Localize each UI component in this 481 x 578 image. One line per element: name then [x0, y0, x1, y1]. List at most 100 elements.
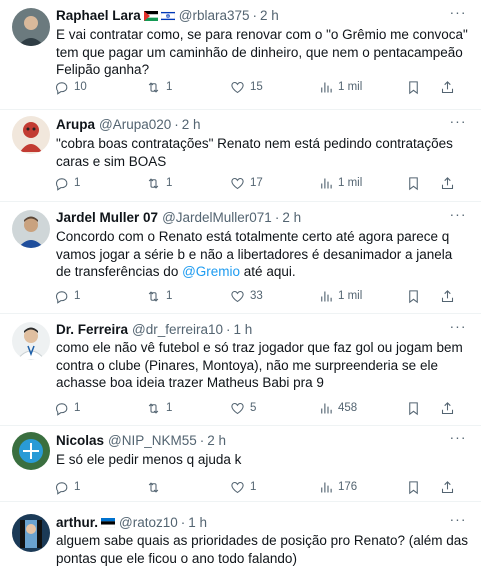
more-options-icon[interactable]: ···	[449, 430, 467, 448]
display-name[interactable]: Nicolas	[56, 433, 104, 448]
separator: ·	[199, 433, 205, 448]
avatar[interactable]	[12, 514, 50, 552]
heart-icon	[231, 81, 244, 93]
like-button[interactable]: 17	[230, 174, 263, 192]
user-handle[interactable]: @ratoz10	[119, 515, 178, 530]
tweet-text: alguem sabe quais as prioridades de posi…	[56, 533, 469, 566]
timestamp[interactable]: 1 h	[188, 515, 207, 530]
bookmark-icon	[409, 80, 418, 94]
share-button[interactable]	[440, 399, 460, 417]
tweet-text: como ele não vê futebol e só traz jogado…	[56, 340, 463, 390]
avatar[interactable]	[12, 210, 50, 248]
bookmark-button[interactable]	[406, 478, 426, 496]
analytics-icon	[321, 291, 332, 301]
bookmark-button[interactable]	[406, 174, 426, 192]
like-button[interactable]: 33	[230, 287, 263, 305]
timestamp[interactable]: 2 h	[260, 8, 279, 23]
heart-icon	[231, 177, 244, 189]
retweet-button[interactable]	[146, 478, 176, 496]
timestamp[interactable]: 2 h	[282, 210, 301, 225]
like-button[interactable]: 15	[230, 78, 263, 96]
action-bar: 1 1 17 1 mil	[54, 174, 459, 192]
like-button[interactable]: 5	[230, 399, 260, 417]
views-button[interactable]: 176	[318, 478, 357, 496]
avatar[interactable]	[12, 116, 50, 154]
user-handle[interactable]: @JardelMuller071	[162, 210, 272, 225]
bookmark-button[interactable]	[406, 287, 426, 305]
display-name[interactable]: Raphael Lara	[56, 8, 141, 23]
tweet[interactable]: Dr. Ferreira @dr_ferreira10 · 1 h ··· como …	[0, 314, 481, 426]
views-button[interactable]: 458	[318, 399, 357, 417]
reply-count: 1	[74, 177, 81, 189]
user-handle[interactable]: @rblara375	[179, 8, 250, 23]
tweet-header: Dr. Ferreira @dr_ferreira10 · 1 h	[56, 321, 451, 339]
views-count: 1 mil	[338, 290, 363, 302]
more-options-icon[interactable]: ···	[449, 207, 467, 225]
share-button[interactable]	[440, 78, 460, 96]
retweet-button[interactable]: 1	[146, 287, 176, 305]
tweet[interactable]: Jardel Muller 07 @JardelMuller071 · 2 h ···…	[0, 202, 481, 314]
analytics-icon	[321, 482, 332, 492]
more-options-icon[interactable]: ···	[449, 319, 467, 337]
action-bar: 1 1 176	[54, 478, 459, 496]
reply-button[interactable]: 10	[54, 78, 87, 96]
tweet[interactable]: Arupa @Arupa020 · 2 h ··· "cobra boas contr…	[0, 110, 481, 202]
share-icon	[441, 80, 454, 93]
reply-button[interactable]: 1	[54, 399, 84, 417]
reply-button[interactable]: 1	[54, 174, 84, 192]
bookmark-button[interactable]	[406, 399, 426, 417]
views-count: 1 mil	[338, 177, 363, 189]
estonia-flag-icon	[101, 518, 116, 528]
more-options-icon[interactable]: ···	[449, 512, 467, 530]
retweet-count: 1	[166, 177, 173, 189]
bookmark-button[interactable]	[406, 78, 426, 96]
timestamp[interactable]: 2 h	[182, 117, 201, 132]
bookmark-icon	[409, 480, 418, 494]
display-name[interactable]: Arupa	[56, 117, 95, 132]
like-count: 15	[250, 81, 263, 93]
retweet-button[interactable]: 1	[146, 78, 176, 96]
separator: ·	[274, 210, 280, 225]
views-button[interactable]: 1 mil	[318, 78, 362, 96]
reply-count: 10	[74, 81, 87, 93]
tweet-header: Nicolas @NIP_NKM55 · 2 h	[56, 432, 451, 450]
user-handle[interactable]: @NIP_NKM55	[108, 433, 197, 448]
mention-link[interactable]: @Gremio	[182, 264, 240, 279]
views-count: 458	[338, 402, 358, 414]
share-icon	[441, 401, 454, 414]
user-handle[interactable]: @Arupa020	[99, 117, 171, 132]
more-options-icon[interactable]: ···	[449, 5, 467, 23]
bookmark-icon	[409, 401, 418, 415]
tweet[interactable]: arthur. @ratoz10 · 1 h ··· alguem sabe quai…	[0, 502, 481, 578]
share-icon	[441, 289, 454, 302]
reply-button[interactable]: 1	[54, 287, 84, 305]
views-button[interactable]: 1 mil	[318, 287, 362, 305]
views-button[interactable]: 1 mil	[318, 174, 362, 192]
reply-button[interactable]: 1	[54, 478, 84, 496]
avatar[interactable]	[12, 432, 50, 470]
reply-icon	[55, 402, 68, 416]
avatar[interactable]	[12, 322, 50, 360]
timestamp[interactable]: 1 h	[234, 322, 253, 337]
tweet[interactable]: Raphael Lara @rblara375 · 2 h ··· E vai con…	[0, 0, 481, 110]
tweet-header: Arupa @Arupa020 · 2 h	[56, 116, 451, 134]
retweet-button[interactable]: 1	[146, 174, 176, 192]
reply-icon	[55, 177, 68, 191]
reply-count: 1	[74, 481, 81, 493]
retweet-count: 1	[166, 290, 173, 302]
separator: ·	[174, 117, 179, 132]
timestamp[interactable]: 2 h	[207, 433, 226, 448]
like-button[interactable]: 1	[230, 478, 260, 496]
display-name[interactable]: arthur.	[56, 515, 98, 530]
more-options-icon[interactable]: ···	[449, 114, 467, 132]
share-button[interactable]	[440, 478, 460, 496]
tweet[interactable]: Nicolas @NIP_NKM55 · 2 h ··· E só ele pedir…	[0, 426, 481, 502]
user-handle[interactable]: @dr_ferreira10	[132, 322, 223, 337]
display-name[interactable]: Dr. Ferreira	[56, 322, 128, 337]
share-button[interactable]	[440, 174, 460, 192]
retweet-count: 1	[166, 81, 173, 93]
display-name[interactable]: Jardel Muller 07	[56, 210, 158, 225]
share-button[interactable]	[440, 287, 460, 305]
retweet-button[interactable]: 1	[146, 399, 176, 417]
avatar[interactable]	[12, 8, 50, 46]
